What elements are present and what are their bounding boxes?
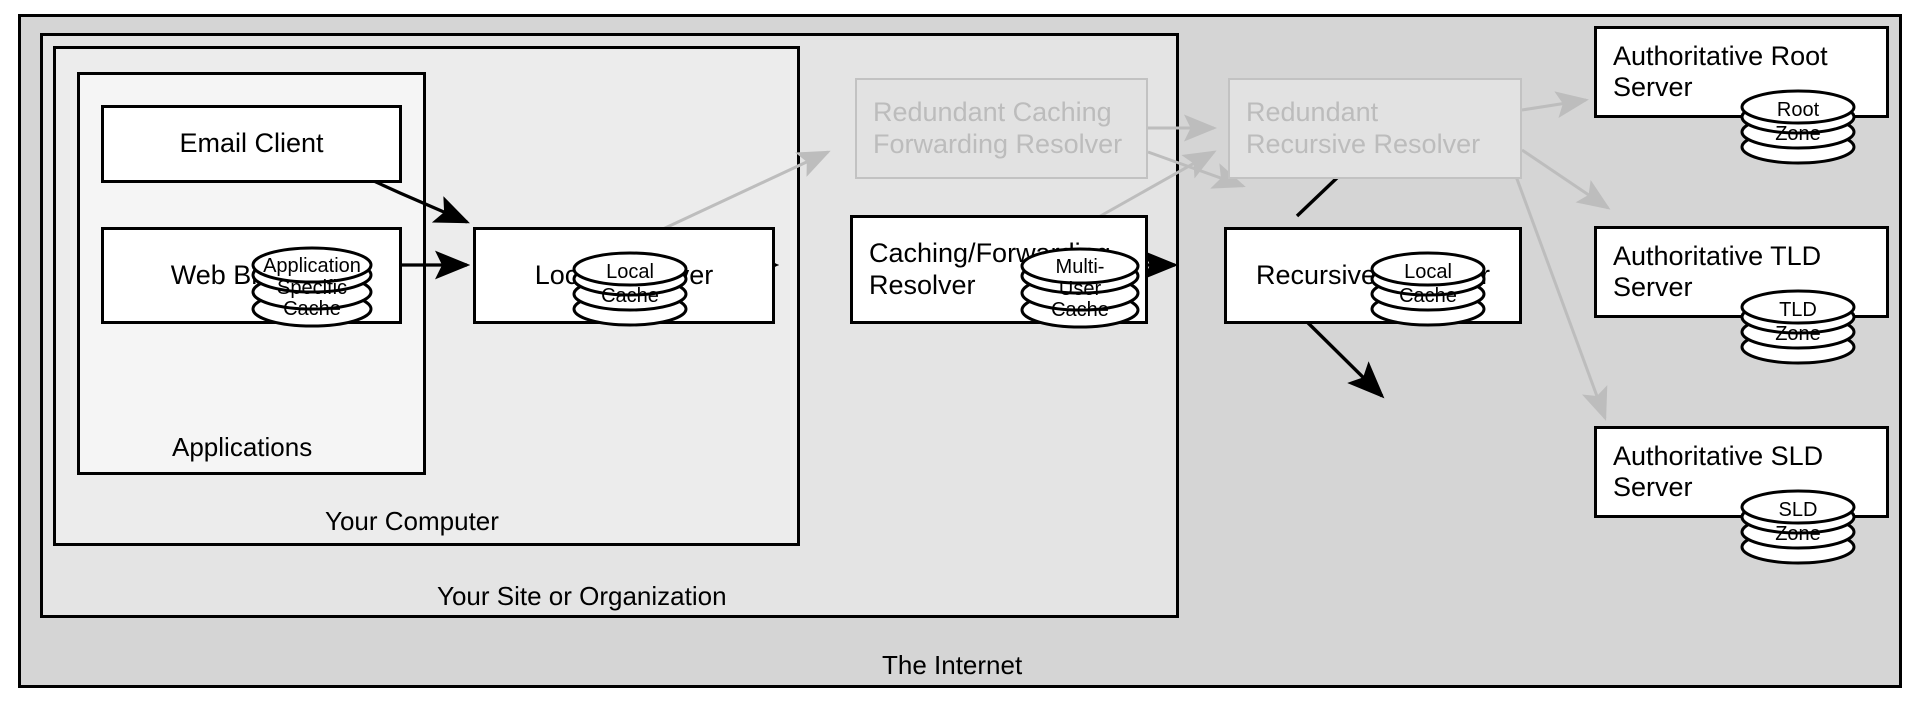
tld-zone-line1: TLD — [1779, 299, 1817, 321]
node-redundant-caching-forwarding-resolver[interactable]: Redundant Caching Forwarding Resolver — [855, 78, 1148, 179]
local-cache-line1: Local — [606, 261, 654, 283]
app-cache-line2: Specific — [277, 277, 347, 299]
cache-recursive-local-cache: Local Cache — [1364, 251, 1494, 342]
cache-multi-user-cache: Multi- User Cache — [1013, 247, 1148, 343]
multiuser-cache-line2: User — [1059, 278, 1102, 300]
root-zone-line2: Zone — [1775, 123, 1821, 145]
redundant-caching-line1: Redundant Caching — [873, 97, 1112, 128]
auth-tld-line1: Authoritative TLD — [1613, 240, 1822, 271]
recursive-cache-line2: Cache — [1399, 285, 1457, 307]
zone-label-applications: Applications — [172, 432, 313, 462]
sld-zone-line2: Zone — [1775, 523, 1821, 545]
local-cache-line2: Cache — [601, 285, 659, 307]
cache-local-cache-resolver: Local Cache — [566, 251, 696, 342]
recursive-cache-line1: Local — [1404, 261, 1452, 283]
app-cache-line3: Cache — [283, 298, 341, 320]
sld-zone-line1: SLD — [1779, 499, 1818, 521]
email-client-label: Email Client — [179, 128, 324, 159]
zone-label-your-site: Your Site or Organization — [437, 581, 727, 611]
multiuser-cache-line3: Cache — [1051, 299, 1109, 321]
zone-label-the-internet: The Internet — [882, 650, 1023, 680]
multiuser-cache-line1: Multi- — [1056, 256, 1105, 278]
tld-zone-line2: Zone — [1775, 323, 1821, 345]
app-cache-line1: Application — [263, 255, 361, 277]
node-email-client[interactable]: Email Client — [101, 105, 402, 183]
redundant-recursive-line1: Redundant — [1246, 97, 1379, 128]
dns-architecture-diagram: Applications Your Computer Your Site or … — [0, 0, 1920, 702]
auth-sld-line1: Authoritative SLD — [1613, 440, 1824, 471]
zone-label-your-computer: Your Computer — [325, 506, 499, 536]
cache-tld-zone: TLD Zone — [1734, 289, 1864, 380]
node-redundant-recursive-resolver[interactable]: Redundant Recursive Resolver — [1228, 78, 1522, 179]
cache-root-zone: Root Zone — [1734, 89, 1864, 180]
cache-application-specific-cache: Application Specific Cache — [245, 246, 380, 342]
redundant-recursive-line2: Recursive Resolver — [1246, 128, 1481, 159]
auth-root-line1: Authoritative Root — [1613, 40, 1828, 71]
cache-sld-zone: SLD Zone — [1734, 489, 1864, 580]
root-zone-line1: Root — [1777, 99, 1820, 121]
redundant-caching-line2: Forwarding Resolver — [873, 128, 1123, 159]
